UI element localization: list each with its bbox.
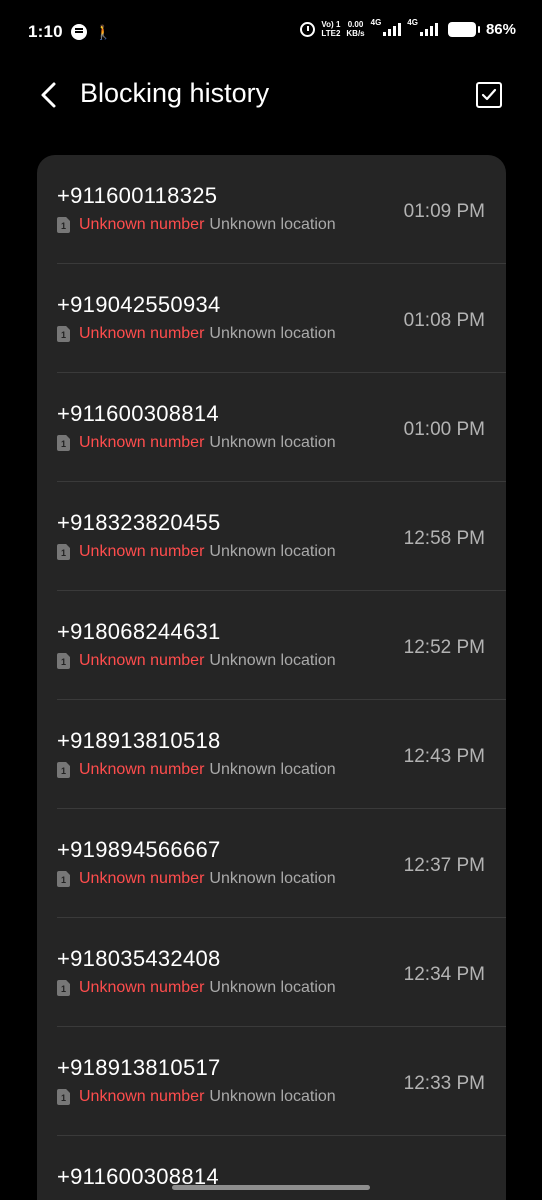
unknown-number-label: Unknown number [79, 652, 205, 669]
call-details: 1 Unknown number Unknown location [57, 434, 336, 452]
call-time: 01:00 PM [403, 419, 485, 440]
location-label: Unknown location [209, 1088, 336, 1105]
location-label: Unknown location [209, 543, 336, 560]
sim-card-icon: 1 [57, 217, 70, 233]
back-arrow-icon[interactable] [36, 80, 62, 110]
sim-card-icon: 1 [57, 1089, 70, 1105]
status-right: Vo) 1 LTE2 0.00 KB/s 4G 4G 86% [300, 18, 516, 38]
call-details: 1 Unknown number Unknown location [57, 761, 336, 779]
blocked-calls-list[interactable]: +911600118325 1 Unknown number Unknown l… [37, 155, 506, 1200]
phone-number: +911600308814 [57, 401, 219, 426]
call-time: 01:08 PM [403, 310, 485, 331]
location-label: Unknown location [209, 979, 336, 996]
sim-card-icon: 1 [57, 653, 70, 669]
unknown-number-label: Unknown number [79, 216, 205, 233]
alarm-icon [300, 21, 316, 37]
call-details: 1 Unknown number Unknown location [57, 870, 336, 888]
clock: 1:10 [28, 22, 63, 41]
table-row[interactable]: +918913810517 1 Unknown number Unknown l… [57, 1027, 506, 1136]
unknown-number-label: Unknown number [79, 870, 205, 887]
location-label: Unknown location [209, 652, 336, 669]
page-title: Blocking history [80, 78, 270, 108]
status-bar: 1:10 🚶 Vo) 1 LTE2 0.00 KB/s 4G 4G 86% [0, 0, 542, 64]
table-row[interactable]: +919042550934 1 Unknown number Unknown l… [57, 264, 506, 373]
phone-number: +918913810518 [57, 728, 221, 753]
phone-number: +918068244631 [57, 619, 221, 644]
call-details: 1 Unknown number Unknown location [57, 979, 336, 997]
unknown-number-label: Unknown number [79, 979, 205, 996]
phone-number: +919894566667 [57, 837, 221, 862]
select-checkbox-icon[interactable] [476, 82, 502, 108]
phone-number: +918035432408 [57, 946, 221, 971]
call-time: 01:09 PM [403, 201, 485, 222]
sim-card-icon: 1 [57, 762, 70, 778]
phone-number: +918913810517 [57, 1055, 221, 1080]
unknown-number-label: Unknown number [79, 434, 205, 451]
sim1-signal-icon: 4G [371, 18, 402, 36]
sim-card-icon: 1 [57, 435, 70, 451]
phone-number: +918323820455 [57, 510, 221, 535]
phone-number: +919042550934 [57, 292, 221, 317]
sim-card-icon: 1 [57, 871, 70, 887]
table-row[interactable]: +918323820455 1 Unknown number Unknown l… [57, 482, 506, 591]
call-details: 1 Unknown number Unknown location [57, 325, 336, 343]
call-time: 12:43 PM [403, 746, 485, 767]
location-label: Unknown location [209, 216, 336, 233]
table-row[interactable]: +918068244631 1 Unknown number Unknown l… [57, 591, 506, 700]
status-left: 1:10 🚶 [28, 22, 112, 42]
table-row[interactable]: +911600118325 1 Unknown number Unknown l… [57, 155, 506, 264]
app-header: Blocking history [0, 64, 542, 128]
unknown-number-label: Unknown number [79, 325, 205, 342]
call-time: 12:33 PM [403, 1073, 485, 1094]
home-indicator[interactable] [172, 1185, 370, 1190]
battery-percentage: 86% [485, 20, 516, 38]
call-time: 12:37 PM [403, 855, 485, 876]
network-volte-indicator: Vo) 1 LTE2 [321, 20, 341, 38]
call-details: 1 Unknown number Unknown location [57, 652, 336, 670]
message-notification-icon [70, 24, 87, 40]
unknown-number-label: Unknown number [79, 543, 205, 560]
call-details: 1 Unknown number Unknown location [57, 216, 336, 234]
sim2-signal-icon: 4G [407, 18, 438, 36]
table-row[interactable]: +919894566667 1 Unknown number Unknown l… [57, 809, 506, 918]
table-row[interactable]: +911600308814 [57, 1136, 506, 1200]
table-row[interactable]: +911600308814 1 Unknown number Unknown l… [57, 373, 506, 482]
phone-number: +911600118325 [57, 183, 218, 208]
call-time: 12:58 PM [403, 528, 485, 549]
walking-icon: 🚶 [94, 24, 113, 40]
table-row[interactable]: +918035432408 1 Unknown number Unknown l… [57, 918, 506, 1027]
location-label: Unknown location [209, 434, 336, 451]
call-details: 1 Unknown number Unknown location [57, 1088, 336, 1106]
table-row[interactable]: +918913810518 1 Unknown number Unknown l… [57, 700, 506, 809]
sim-card-icon: 1 [57, 980, 70, 996]
network-speed-indicator: 0.00 KB/s [346, 20, 365, 38]
sim-card-icon: 1 [57, 544, 70, 560]
unknown-number-label: Unknown number [79, 1088, 205, 1105]
location-label: Unknown location [209, 761, 336, 778]
call-time: 12:52 PM [403, 637, 485, 658]
sim-card-icon: 1 [57, 326, 70, 342]
call-details: 1 Unknown number Unknown location [57, 543, 336, 561]
location-label: Unknown location [209, 325, 336, 342]
call-time: 12:34 PM [403, 964, 485, 985]
battery-icon [447, 21, 480, 37]
unknown-number-label: Unknown number [79, 761, 205, 778]
location-label: Unknown location [209, 870, 336, 887]
